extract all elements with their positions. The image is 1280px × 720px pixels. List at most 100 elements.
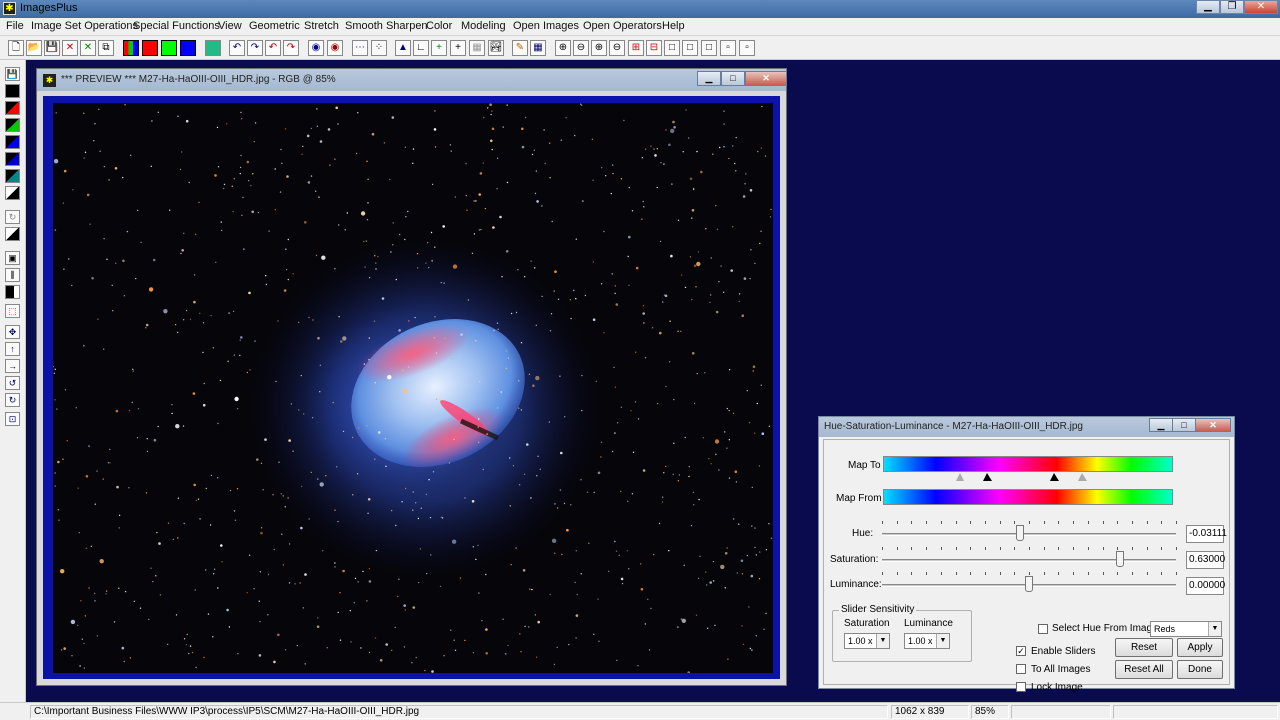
black-teal-icon[interactable]: [5, 169, 20, 183]
new-file-icon[interactable]: 🗋: [8, 40, 24, 56]
hsl-dialog[interactable]: Hue-Saturation-Luminance - M27-Ha-HaOIII…: [818, 416, 1235, 693]
add-frame-icon[interactable]: ⊞: [628, 40, 644, 56]
preview-minimize-button[interactable]: ▁: [697, 71, 721, 86]
points-icon[interactable]: ⁘: [371, 40, 387, 56]
hsl-close-button[interactable]: ✕: [1195, 418, 1231, 432]
zoom-fit-icon[interactable]: ⊕: [591, 40, 607, 56]
frame-select-icon[interactable]: ▣: [5, 251, 20, 265]
green-channel-icon[interactable]: [161, 40, 177, 56]
blue-channel-icon[interactable]: [180, 40, 196, 56]
window-medium-icon[interactable]: □: [682, 40, 698, 56]
white-black-icon[interactable]: [5, 186, 20, 200]
menu-open-operators[interactable]: Open Operators: [583, 20, 662, 32]
minimize-button[interactable]: ▁: [1196, 0, 1220, 14]
lock-image-checkbox[interactable]: [1016, 682, 1026, 692]
menu-image-set-operations[interactable]: Image Set Operations: [31, 20, 138, 32]
preview-close-button[interactable]: ✕: [745, 71, 787, 86]
map-to-markers[interactable]: [883, 473, 1173, 483]
menu-help[interactable]: Help: [662, 20, 685, 32]
select-hue-checkbox[interactable]: [1038, 624, 1048, 634]
circle-select-icon[interactable]: ◉: [308, 40, 324, 56]
enable-sliders-checkbox[interactable]: ✓: [1016, 646, 1026, 656]
hue-range-select[interactable]: Reds ▼: [1150, 621, 1222, 637]
hsl-maximize-button[interactable]: □: [1172, 418, 1196, 432]
black-square-icon[interactable]: [5, 84, 20, 98]
zoom-out-icon[interactable]: ⊖: [573, 40, 589, 56]
hue-value-field[interactable]: -0.03111: [1186, 525, 1227, 543]
rotate-left-icon[interactable]: ↺: [5, 376, 20, 390]
save-icon[interactable]: 💾: [44, 40, 60, 56]
window-tiny-icon[interactable]: ▫: [720, 40, 736, 56]
grid-view-icon[interactable]: [205, 40, 221, 56]
menu-special-functions[interactable]: Special Functions: [133, 20, 220, 32]
window-small-icon[interactable]: □: [701, 40, 717, 56]
black-green-icon[interactable]: [5, 118, 20, 132]
apply-button[interactable]: Apply: [1177, 638, 1223, 657]
window-large-icon[interactable]: □: [664, 40, 680, 56]
redo-all-icon[interactable]: ↷: [283, 40, 299, 56]
arrow-right-icon[interactable]: →: [5, 359, 20, 373]
levels-icon[interactable]: [5, 285, 20, 299]
hue-slider-track[interactable]: [882, 533, 1176, 536]
zoom-in-icon[interactable]: ⊕: [555, 40, 571, 56]
redo-icon[interactable]: ↷: [247, 40, 263, 56]
axis-icon[interactable]: ∟: [413, 40, 429, 56]
preview-title-bar[interactable]: ✱ *** PREVIEW *** M27-Ha-HaOIII-OIII_HDR…: [37, 69, 787, 91]
luminance-value-field[interactable]: 0.00000: [1186, 577, 1225, 595]
window-min-icon[interactable]: ▫: [739, 40, 755, 56]
sens-saturation-select[interactable]: 1.00 x ▼: [844, 633, 890, 649]
crosshair-icon[interactable]: +: [450, 40, 466, 56]
nebula-image[interactable]: [53, 103, 773, 673]
close-all-icon[interactable]: ✕: [80, 40, 96, 56]
red-channel-icon[interactable]: [142, 40, 158, 56]
saturation-slider-track[interactable]: [882, 559, 1176, 562]
luminance-slider-thumb[interactable]: [1025, 576, 1033, 592]
menu-color[interactable]: Color: [426, 20, 452, 32]
saturation-slider-thumb[interactable]: [1116, 551, 1125, 567]
maximize-button[interactable]: ❐: [1220, 0, 1244, 14]
reset-button[interactable]: Reset: [1115, 638, 1173, 657]
hsl-title-bar[interactable]: Hue-Saturation-Luminance - M27-Ha-HaOIII…: [819, 417, 1234, 437]
preview-maximize-button[interactable]: □: [721, 71, 745, 86]
saturation-value-field[interactable]: 0.63000: [1186, 551, 1225, 569]
black-blue-icon[interactable]: [5, 135, 20, 149]
hue-slider-thumb[interactable]: [1016, 525, 1025, 541]
undo-icon[interactable]: ↶: [229, 40, 245, 56]
grid-light-icon[interactable]: ▦: [469, 40, 485, 56]
close-button[interactable]: ✕: [1244, 0, 1278, 14]
menu-open-images[interactable]: Open Images: [513, 20, 579, 32]
pencil-icon[interactable]: ✎: [512, 40, 528, 56]
menu-modeling[interactable]: Modeling: [461, 20, 506, 32]
black-red-icon[interactable]: [5, 101, 20, 115]
arrow-up-icon[interactable]: ↑: [5, 342, 20, 356]
open-folder-icon[interactable]: 📂: [26, 40, 42, 56]
to-all-images-checkbox[interactable]: [1016, 664, 1026, 674]
remove-frame-icon[interactable]: ⊟: [646, 40, 662, 56]
move-icon[interactable]: ✥: [5, 325, 20, 339]
rotate-right-icon[interactable]: ↻: [5, 393, 20, 407]
histogram-icon[interactable]: ▲: [395, 40, 411, 56]
table-icon[interactable]: ▦: [530, 40, 546, 56]
menu-smooth-sharpen[interactable]: Smooth Sharpen: [345, 20, 428, 32]
landscape-image-icon[interactable]: 🏞: [488, 40, 504, 56]
sens-luminance-select[interactable]: 1.00 x ▼: [904, 633, 950, 649]
save-small-icon[interactable]: 💾: [5, 67, 20, 81]
map-to-gradient[interactable]: [883, 456, 1173, 472]
undo-all-icon[interactable]: ↶: [265, 40, 281, 56]
dotted-line-icon[interactable]: ⋯: [352, 40, 368, 56]
crosshair-green-icon[interactable]: +: [431, 40, 447, 56]
close-image-icon[interactable]: ✕: [62, 40, 78, 56]
preview-window[interactable]: ✱ *** PREVIEW *** M27-Ha-HaOIII-OIII_HDR…: [36, 68, 787, 686]
hsl-minimize-button[interactable]: ▁: [1149, 418, 1173, 432]
select-region-icon[interactable]: ⬚: [5, 304, 20, 318]
menu-stretch[interactable]: Stretch: [304, 20, 339, 32]
refresh-icon[interactable]: ↻: [5, 210, 20, 224]
reset-all-button[interactable]: Reset All: [1115, 660, 1173, 679]
rgb-channels-icon[interactable]: [123, 40, 139, 56]
copy-icon[interactable]: ⧉: [98, 40, 114, 56]
diagonal-icon[interactable]: [5, 227, 20, 241]
menu-file[interactable]: File: [6, 20, 24, 32]
circle-mask-icon[interactable]: ◉: [327, 40, 343, 56]
zoom-actual-icon[interactable]: ⊖: [609, 40, 625, 56]
black-navy-icon[interactable]: [5, 152, 20, 166]
